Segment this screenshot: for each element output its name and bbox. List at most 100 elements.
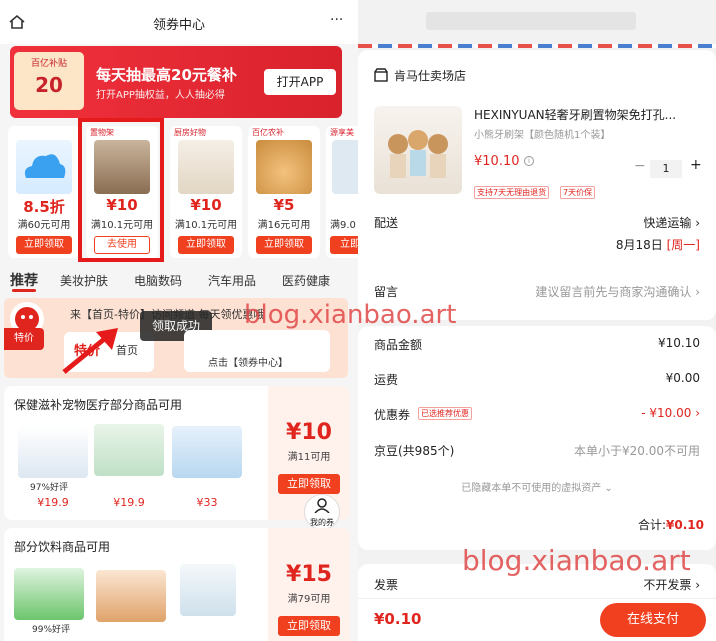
subsidy-tag: 百亿补贴 20	[14, 52, 84, 110]
blurred-address	[426, 12, 636, 30]
checkout-bar: ¥0.10 在线支付	[358, 598, 716, 641]
watermark: blog.xianbao.art	[462, 544, 691, 577]
user-icon	[314, 498, 330, 514]
delivery-row[interactable]: 配送 快递运输 ›	[374, 214, 700, 231]
delivery-label: 配送	[374, 216, 399, 230]
product-image[interactable]	[14, 568, 84, 620]
subtotal: 合计:¥0.10	[637, 518, 704, 532]
coupon-condition: 满9.0	[330, 220, 356, 231]
coupon-cards-row: 8.5折 满60元可用 立即领取 置物架 ¥10 满10.1元可用 去使用 厨房…	[0, 124, 358, 258]
coupon-amount: ¥10	[286, 420, 332, 445]
product-image[interactable]	[18, 426, 88, 478]
header: 领券中心 ···	[0, 0, 358, 44]
tab-recommend[interactable]: 推荐	[10, 270, 38, 290]
coupon-condition: 满11可用	[287, 452, 331, 463]
final-price: ¥0.10	[374, 610, 422, 628]
tab-beauty[interactable]: 美妆护肤	[60, 272, 108, 289]
highlight-box	[78, 118, 164, 262]
tab-auto[interactable]: 汽车用品	[208, 272, 256, 289]
goods-amount-row: 商品金额 ¥10.10	[374, 336, 700, 352]
coupon-price: 8.5折	[23, 198, 65, 216]
claim-button[interactable]: 立即领取	[16, 236, 72, 254]
price-summary-card: 商品金额 ¥10.10 运费 ¥0.00 优惠券 已选推荐优惠 - ¥10.00 ›…	[358, 326, 716, 550]
coupon-card[interactable]: 厨房好物 ¥10 满10.1元可用 立即领取	[170, 126, 242, 258]
claim-button[interactable]: 立即领取	[278, 474, 340, 494]
coupon-price: ¥5	[273, 196, 295, 214]
watermark: blog.xianbao.art	[244, 300, 457, 330]
message-label: 留言	[374, 285, 399, 299]
info-icon[interactable]: i	[524, 156, 534, 166]
claim-button[interactable]: 立即	[330, 236, 358, 254]
product-price: ¥19.9	[113, 496, 145, 509]
price-protect-tag: 7天价保	[560, 186, 596, 199]
open-app-button[interactable]: 打开APP	[264, 69, 336, 95]
product-name[interactable]: HEXINYUAN轻奢牙刷置物架免打孔...	[474, 106, 706, 123]
shop-icon	[374, 68, 388, 82]
invoice-row[interactable]: 发票 不开发票 ›	[374, 576, 700, 593]
claim-button[interactable]: 立即领取	[178, 236, 234, 254]
category-tabs: 推荐 美妆护肤 电脑数码 汽车用品 医药健康	[0, 266, 358, 294]
coupon-category: 厨房好物	[174, 128, 206, 137]
coupon-category: 百亿农补	[252, 128, 284, 137]
decrease-qty-button[interactable]: −	[634, 158, 646, 174]
pay-button[interactable]: 在线支付	[600, 603, 706, 637]
page-title: 领券中心	[152, 18, 205, 33]
jd-bean-row: 京豆(共985个) 本单小于¥20.00不可用	[374, 444, 700, 458]
increase-qty-button[interactable]: +	[690, 157, 702, 173]
coupon-condition: 满79可用	[287, 594, 331, 605]
product-price: ¥33	[196, 496, 218, 509]
cloud-icon	[16, 140, 72, 194]
quantity-field[interactable]: 1	[650, 160, 682, 178]
recommended-tag: 已选推荐优惠	[418, 407, 472, 420]
delivery-date: 8月18日 [周一]	[615, 238, 700, 252]
coupon-discount: - ¥10.00 ›	[641, 406, 700, 420]
coupon-card[interactable]: 百亿农补 ¥5 满16元可用 立即领取	[248, 126, 320, 258]
my-coupons-button[interactable]: 我的券	[304, 494, 340, 530]
order-card: 肯马仕卖场店 HEXINYUAN轻奢牙刷置物架免打孔... 小熊牙刷架【颜色随机…	[358, 50, 716, 320]
coupon-amount: ¥15	[286, 562, 332, 587]
more-icon[interactable]: ···	[330, 12, 343, 28]
red-arrow	[62, 328, 118, 374]
special-badge: 特价	[4, 328, 44, 350]
claim-button[interactable]: 立即领取	[256, 236, 312, 254]
coupon-condition: 满10.1元可用	[174, 220, 238, 231]
product-thumbnail[interactable]	[374, 106, 462, 194]
product-image[interactable]	[180, 564, 236, 616]
return-policy-tag: 支持7天无理由退货	[474, 186, 550, 199]
kettle-product-image	[178, 140, 234, 194]
coupon-card-partial[interactable]: 源享美 满9.0 立即	[326, 126, 358, 258]
coupon-section-health: 保健滋补宠物医疗部分商品可用 97%好评 ¥19.9 ¥19.9 ¥33 ¥10…	[4, 386, 350, 520]
product-price: ¥19.9	[37, 496, 69, 509]
eggs-product-image	[256, 140, 312, 194]
active-tab-indicator	[12, 289, 36, 292]
coupon-condition: 满16元可用	[257, 220, 311, 231]
product-image[interactable]	[94, 424, 164, 476]
top-bar	[358, 0, 716, 46]
product-image[interactable]	[172, 426, 242, 478]
product-image	[332, 140, 358, 194]
my-coupons-label: 我的券	[310, 518, 334, 527]
section-title: 保健滋补宠物医疗部分商品可用	[14, 398, 183, 412]
delivery-method: 快递运输 ›	[643, 216, 700, 230]
coupon-section-drinks: 部分饮料商品可用 99%好评 ¥15 满79可用 立即领取	[4, 528, 350, 641]
tab-health[interactable]: 医药健康	[282, 272, 330, 289]
promo-banner[interactable]: 百亿补贴 20 每天抽最高20元餐补 打开APP抽权益，人人抽必得 打开APP	[10, 46, 342, 118]
coupon-row[interactable]: 优惠券 已选推荐优惠 - ¥10.00 ›	[374, 406, 700, 423]
shop-name[interactable]: 肯马仕卖场店	[394, 67, 466, 84]
coupon-card[interactable]: 8.5折 满60元可用 立即领取	[8, 126, 80, 258]
claim-button[interactable]: 立即领取	[278, 616, 340, 636]
coupon-panel: ¥15 满79可用 立即领取	[268, 528, 350, 641]
promo-link[interactable]: 点击【领券中心】	[208, 354, 288, 369]
tab-digital[interactable]: 电脑数码	[134, 272, 182, 289]
banner-headline: 每天抽最高20元餐补	[96, 66, 237, 84]
shipping-row: 运费 ¥0.00	[374, 371, 700, 387]
product-price: ¥10.10	[474, 154, 520, 169]
message-row[interactable]: 留言 建议留言前先与商家沟通确认 ›	[374, 283, 700, 300]
coupon-condition: 满60元可用	[17, 220, 71, 231]
section-title: 部分饮料商品可用	[14, 540, 111, 554]
hidden-assets-note[interactable]: 已隐藏本单不可使用的虚拟资产 ⌄	[358, 479, 716, 494]
rating-label: 97%好评	[30, 483, 69, 493]
product-image[interactable]	[96, 570, 166, 622]
envelope-stripe	[358, 44, 716, 48]
rating-label: 99%好评	[32, 625, 71, 635]
